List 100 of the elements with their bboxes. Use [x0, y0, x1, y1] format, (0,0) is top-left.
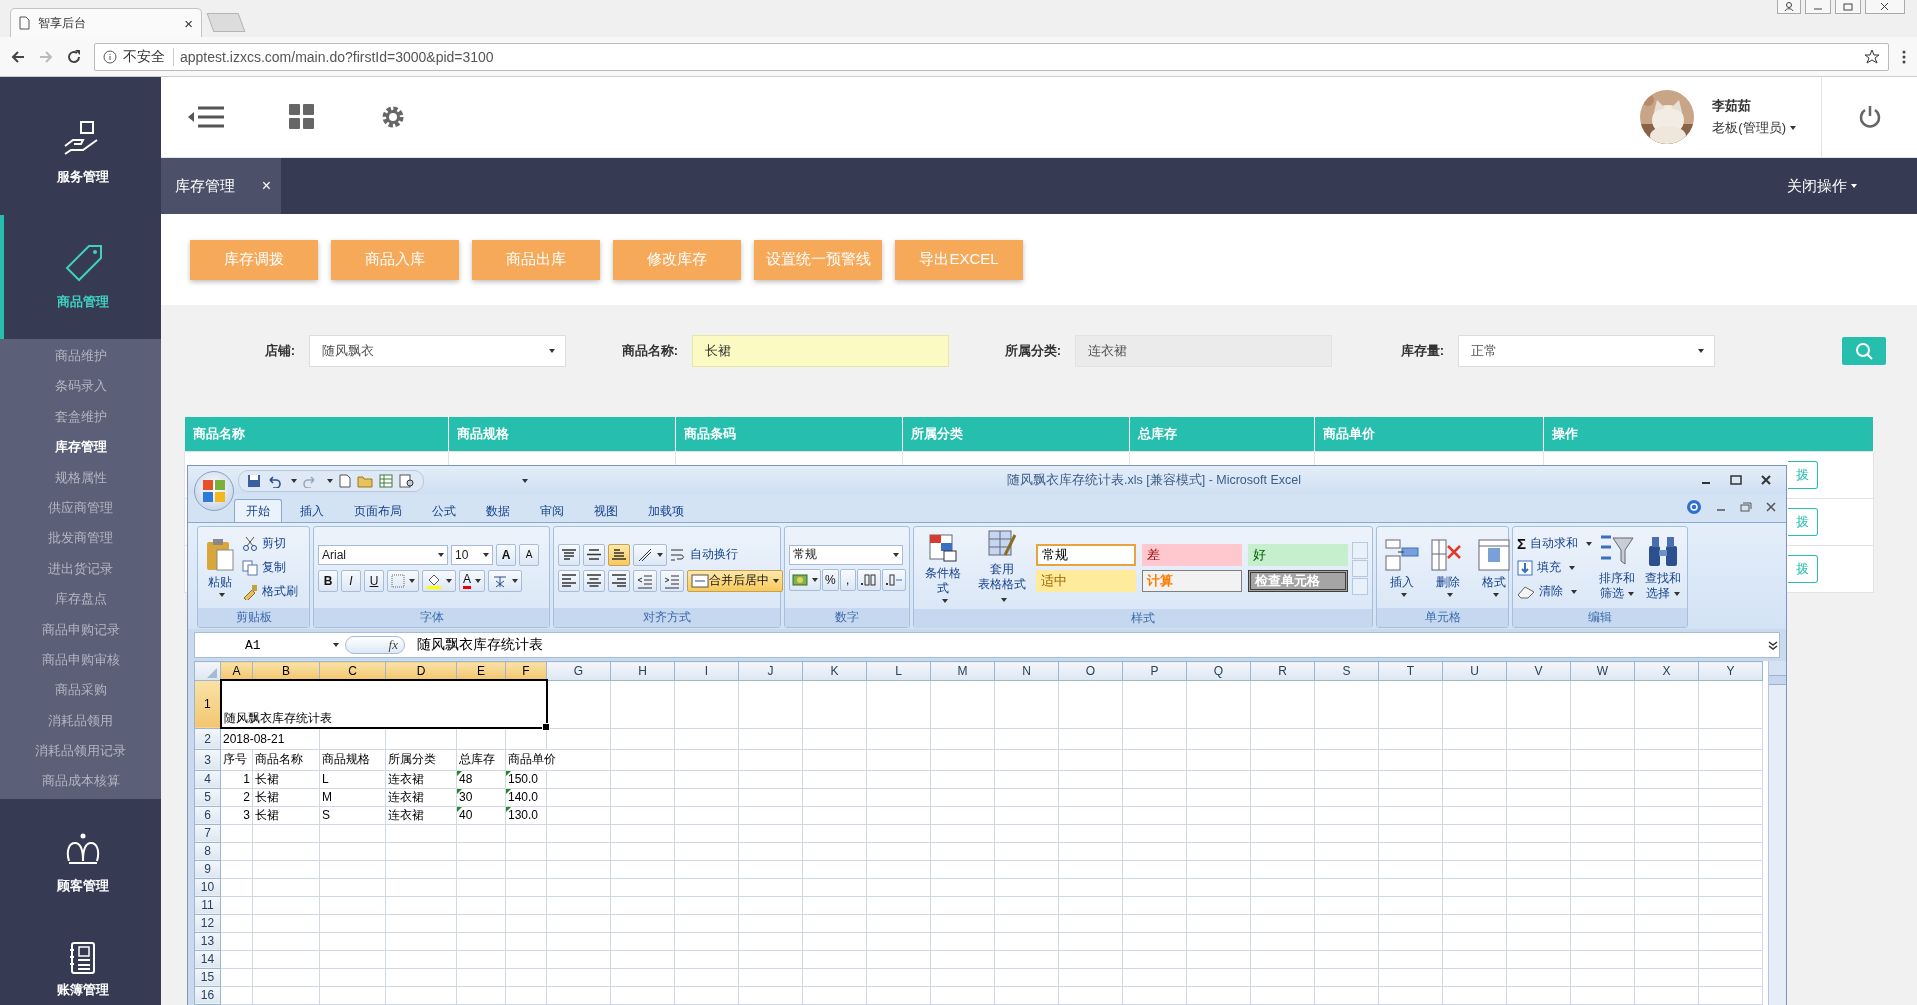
column-header: 操作 [1543, 417, 1874, 452]
column-header[interactable]: H [610, 661, 675, 680]
sheet-cell: 140.0 [505, 788, 547, 806]
column-header[interactable]: P [1122, 661, 1187, 680]
name-box[interactable]: A1 [195, 637, 345, 653]
column-header[interactable]: W [1570, 661, 1635, 680]
column-header[interactable]: O [1058, 661, 1123, 680]
column-header[interactable]: T [1378, 661, 1443, 680]
font-size-dropdown[interactable]: 10 [451, 544, 493, 565]
column-header[interactable]: I [674, 661, 739, 680]
column-header[interactable]: U [1442, 661, 1507, 680]
number-format-dropdown[interactable]: 常规 [789, 544, 903, 565]
font-name-dropdown[interactable]: Arial [318, 544, 448, 565]
table-format-button[interactable]: 套用 表格格式 [972, 529, 1032, 607]
sidebar-section[interactable]: 账簿管理 [0, 928, 161, 1005]
clipboard-button[interactable]: 剪切 [242, 533, 298, 554]
group-label: 数字 [785, 608, 909, 627]
browser-tab[interactable]: 智享后台 × [10, 8, 202, 37]
cell-style-option[interactable]: 适中 [1036, 570, 1136, 592]
sidebar-section[interactable]: 顾客管理 [0, 798, 161, 929]
wrap-text-button[interactable]: 自动换行 [670, 544, 738, 565]
number-style-button[interactable]: , [839, 568, 856, 591]
page-tab[interactable]: 库存管理 × [161, 158, 281, 214]
select-field[interactable]: 随风飘衣 [309, 335, 566, 367]
input-field[interactable]: 长裙 [692, 335, 949, 367]
sheet-cell: 所属分类 [385, 749, 457, 770]
paste-button[interactable]: 粘贴 [202, 538, 238, 597]
group-label: 对齐方式 [554, 608, 780, 627]
column-header[interactable]: Q [1186, 661, 1251, 680]
row-header[interactable]: 1 [194, 680, 221, 728]
cell-style-option[interactable]: 常规 [1036, 544, 1136, 566]
sidebar-item[interactable]: 库存管理 [0, 432, 161, 463]
group-label: 样式 [914, 609, 1372, 628]
ribbon-tab[interactable]: 插入 [288, 499, 336, 522]
column-header: 商品条码 [675, 417, 903, 452]
grow-font-button[interactable]: A [496, 543, 516, 566]
clipboard-button[interactable]: 复制 [242, 557, 298, 578]
select-field[interactable]: 正常 [1458, 335, 1715, 367]
filter-label: 店铺: [263, 342, 295, 360]
number-style-button[interactable]: % [822, 568, 839, 591]
tab-close-button[interactable]: × [261, 177, 271, 195]
column-header[interactable]: J [738, 661, 803, 680]
sheet-cell: 40 [456, 806, 506, 824]
cell-style-option[interactable]: 好 [1248, 544, 1348, 566]
conditional-format-button[interactable]: 条件格式 [918, 533, 969, 603]
ribbon-tab[interactable]: 视图 [582, 499, 630, 522]
ribbon-tab[interactable]: 加载项 [636, 499, 696, 522]
merge-center-button[interactable]: 合并后居中 [687, 569, 783, 592]
sheet-cell: 1 [220, 770, 253, 788]
sheet-cell: 48 [456, 770, 506, 788]
column-header[interactable]: V [1506, 661, 1571, 680]
group-label: 编辑 [1513, 608, 1687, 627]
ribbon-tab[interactable]: 数据 [474, 499, 522, 522]
column-header: 总库存 [1129, 417, 1315, 452]
column-header[interactable]: X [1634, 661, 1699, 680]
column-header[interactable]: N [994, 661, 1059, 680]
font-style-button[interactable]: U [364, 569, 384, 592]
editing-button[interactable]: Σ 自动求和 [1517, 533, 1592, 554]
column-header[interactable]: G [546, 661, 611, 680]
sheet-cell: 2018-08-21 [220, 728, 320, 749]
tab-close-button[interactable]: × [184, 14, 193, 32]
font-style-button[interactable]: B [318, 569, 338, 592]
sidebar-section[interactable]: 服务管理 [0, 77, 161, 215]
cells-button[interactable]: 插入 [1381, 538, 1423, 597]
sheet-cell: 商品单价 [505, 749, 611, 770]
role-dropdown[interactable]: 老板(管理员) [1712, 119, 1796, 137]
clipboard-button[interactable]: 格式刷 [242, 581, 298, 602]
sheet-cell: L [319, 770, 386, 788]
editing-button[interactable]: 填充 [1517, 557, 1592, 578]
font-style-button[interactable]: I [341, 569, 361, 592]
editing-button[interactable]: 查找和 选择 [1642, 534, 1684, 601]
window-title: 随风飘衣库存统计表.xls [兼容模式] - Microsoft Excel [1006, 471, 1302, 489]
formula-field[interactable]: 随风飘衣库存统计表 [405, 636, 1767, 654]
cells-button[interactable]: 格式 [1473, 538, 1515, 597]
column-header[interactable]: R [1250, 661, 1315, 680]
column-header: 商品名称 [184, 417, 449, 452]
cells-button[interactable]: 删除 [1427, 538, 1469, 597]
ribbon-tab[interactable]: 审阅 [528, 499, 576, 522]
close-operations-dropdown[interactable]: 关闭操作 [1787, 158, 1857, 214]
column-header[interactable]: S [1314, 661, 1379, 680]
shrink-font-button[interactable]: A [519, 543, 539, 566]
ribbon-tab[interactable]: 页面布局 [342, 499, 414, 522]
address-bar[interactable]: 不安全 apptest.izxcs.com/main.do?firstId=3000&pid=3100 [94, 42, 1889, 71]
editing-button[interactable]: 排序和 筛选 [1596, 534, 1638, 601]
font-color-button[interactable]: A [459, 569, 485, 592]
editing-button[interactable]: 清除 [1517, 581, 1592, 602]
row-header[interactable]: 3 [194, 749, 221, 770]
sheet-cell: 随风飘衣库存统计表 [220, 680, 547, 728]
column-header[interactable]: Y [1698, 661, 1763, 680]
row-header[interactable]: 2 [194, 728, 221, 749]
ribbon-tab[interactable]: 公式 [420, 499, 468, 522]
sheet-cell: 商品名称 [252, 749, 320, 770]
column-header[interactable]: M [930, 661, 995, 680]
column-header[interactable]: K [802, 661, 867, 680]
ribbon-tab[interactable]: 开始 [234, 499, 282, 522]
insert-function-button[interactable]: fx [345, 636, 405, 654]
readonly-field: 连衣裙 [1075, 335, 1332, 367]
column-header[interactable]: L [866, 661, 931, 680]
sheet-cell: 3 [220, 806, 253, 824]
cell-style-option[interactable]: 差 [1142, 544, 1242, 566]
